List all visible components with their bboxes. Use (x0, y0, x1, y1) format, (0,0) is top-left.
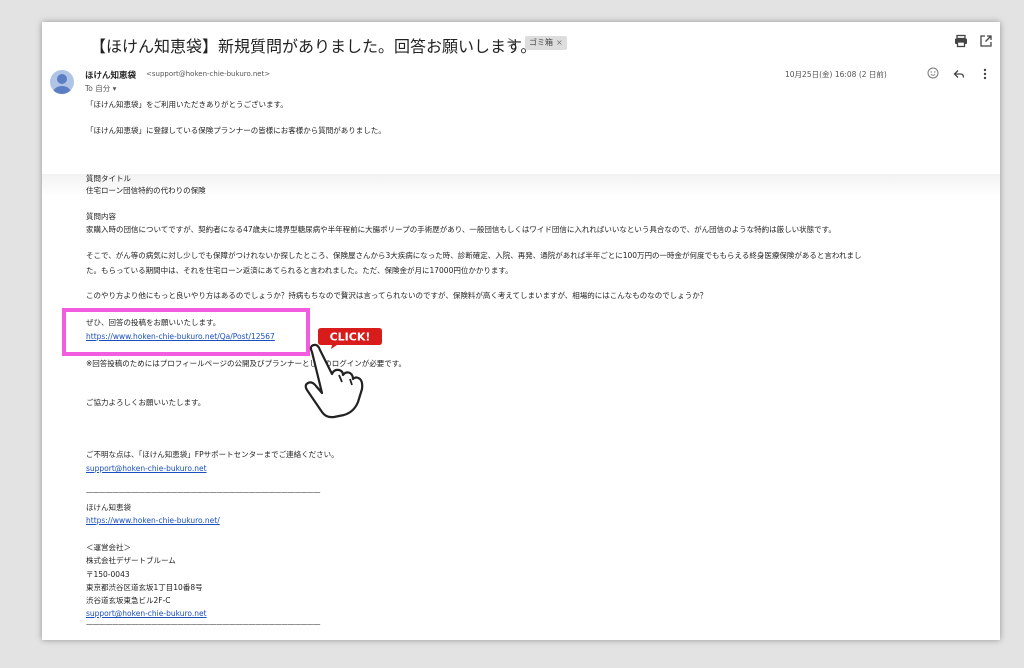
question-content-2a: そこで、がん等の病気に対し少しでも保障がつけれないか探したところ、保険屋さんから… (86, 251, 862, 260)
email-window: 【ほけん知恵袋】新規質問がありました。回答お願いします。 ᗒ ゴミ箱 × ほけん知… (42, 22, 1000, 640)
postal-code: 〒150-0043 (86, 570, 130, 579)
link-highlight-box (62, 308, 310, 356)
contact-email-link[interactable]: support@hoken-chie-bukuro.net (86, 464, 207, 474)
sender-email: <support@hoken-chie-bukuro.net> (146, 70, 271, 78)
important-marker-icon[interactable]: ᗒ (508, 36, 517, 51)
signature-name: ほけん知恵袋 (86, 503, 131, 512)
question-content-2b: た。もらっている期間中は、それを住宅ローン返済にあてられると言われました。ただ、… (86, 266, 513, 275)
signature-url-link[interactable]: https://www.hoken-chie-bukuro.net/ (86, 516, 220, 526)
email-date: 10月25日(金) 16:08 (2 日前) (785, 70, 887, 79)
signature-divider-bottom: ———————————————————————————————————— (86, 620, 321, 628)
person-avatar-icon[interactable] (50, 70, 74, 94)
pointing-hand-icon (304, 343, 364, 419)
sender-name: ほけん知恵袋 (85, 71, 137, 81)
emoji-reaction-icon[interactable] (927, 67, 939, 79)
closing-text: ご協力よろしくお願いいたします。 (86, 398, 206, 407)
question-content-label: 質問内容 (86, 212, 116, 221)
question-content-3: このやり方より他にもっと良いやり方はあるのでしょうか？持病もちなので贅沢は言って… (86, 291, 708, 300)
signature-email-link[interactable]: support@hoken-chie-bukuro.net (86, 609, 207, 619)
address-line-1: 東京都渋谷区道玄坂1丁目10番8号 (86, 583, 203, 592)
greeting-text: 「ほけん知恵袋」をご利用いただきありがとうございます。 (86, 100, 288, 109)
label-text: ゴミ箱 (529, 38, 553, 47)
email-subject: 【ほけん知恵袋】新規質問がありました。回答お願いします。 (90, 37, 537, 56)
more-vertical-icon[interactable] (982, 67, 988, 81)
question-content-1: 家購入時の団信についてですが、契約者になる47歳夫に境界型糖尿病や半年程前に大腸… (86, 225, 836, 234)
contact-note: ご不明な点は、「ほけん知恵袋」FPサポートセンターまでご連絡ください。 (86, 450, 339, 459)
company-name: 株式会社デザートブルーム (86, 556, 176, 565)
trash-label-chip[interactable]: ゴミ箱 × (525, 36, 567, 50)
intro-text: 「ほけん知恵袋」に登録している保険プランナーの皆様にお客様から質問がありました。 (86, 126, 386, 135)
reply-icon[interactable] (953, 68, 965, 80)
print-icon[interactable] (954, 34, 968, 48)
address-line-2: 渋谷道玄坂東急ビル2F-C (86, 596, 171, 605)
open-in-new-window-icon[interactable] (979, 34, 993, 48)
label-remove-icon[interactable]: × (556, 38, 563, 47)
operator-label: ＜運営会社＞ (86, 543, 131, 552)
question-title-value: 住宅ローン団信特約の代わりの保険 (86, 186, 206, 195)
question-title-label: 質問タイトル (86, 174, 131, 183)
signature-divider-top: ———————————————————————————————————— (86, 488, 321, 496)
recipient-dropdown[interactable]: To 自分 ▾ (85, 83, 116, 94)
